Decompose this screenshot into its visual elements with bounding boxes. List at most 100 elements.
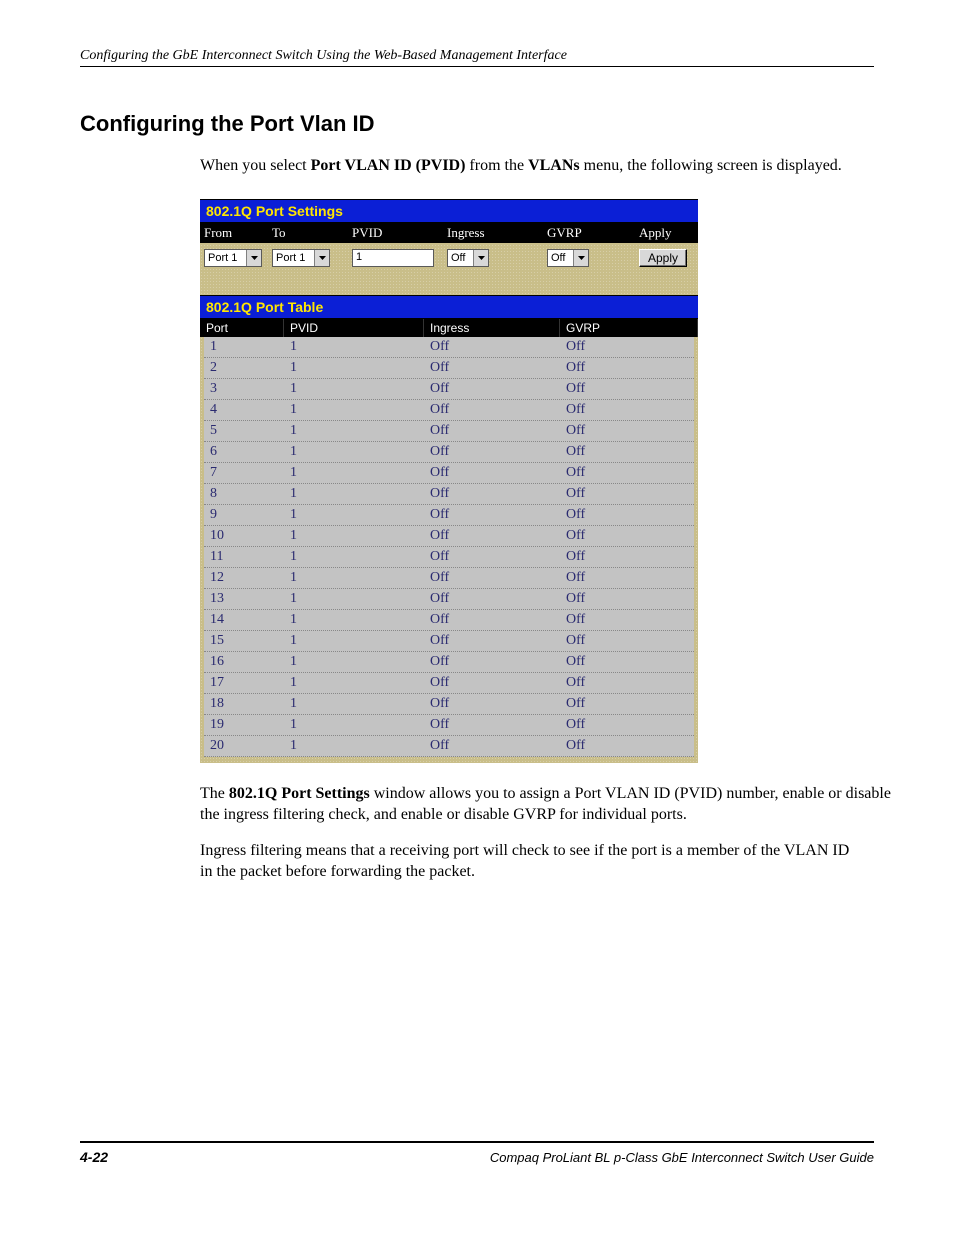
- table-row: 141OffOff: [204, 610, 694, 631]
- para2-pre: The: [200, 785, 229, 802]
- ingress-select[interactable]: Off: [447, 249, 489, 267]
- table-title: 802.1Q Port Table: [200, 295, 698, 319]
- cell-ingress: Off: [424, 631, 560, 651]
- cell-ingress: Off: [424, 421, 560, 441]
- cell-port: 9: [204, 505, 284, 525]
- cell-port: 5: [204, 421, 284, 441]
- cell-pvid: 1: [284, 568, 424, 588]
- chevron-down-icon: [473, 250, 488, 266]
- hdr-gvrp: GVRP: [543, 223, 635, 243]
- cell-ingress: Off: [424, 526, 560, 546]
- cell-port: 16: [204, 652, 284, 672]
- cell-port: 2: [204, 358, 284, 378]
- settings-header-row: From To PVID Ingress GVRP Apply: [200, 223, 698, 243]
- cell-pvid: 1: [284, 526, 424, 546]
- cell-port: 15: [204, 631, 284, 651]
- cell-gvrp: Off: [560, 442, 694, 462]
- hdr-from: From: [200, 223, 268, 243]
- cell-pvid: 1: [284, 505, 424, 525]
- cell-port: 4: [204, 400, 284, 420]
- cell-gvrp: Off: [560, 694, 694, 714]
- table-row: 161OffOff: [204, 652, 694, 673]
- cell-pvid: 1: [284, 379, 424, 399]
- page-footer: 4-22 Compaq ProLiant BL p-Class GbE Inte…: [80, 1141, 874, 1165]
- cell-ingress: Off: [424, 610, 560, 630]
- table-row: 81OffOff: [204, 484, 694, 505]
- gvrp-select[interactable]: Off: [547, 249, 589, 267]
- intro-bold-pvid: Port VLAN ID (PVID): [311, 157, 466, 174]
- pvid-input[interactable]: 1: [352, 249, 434, 267]
- cell-pvid: 1: [284, 463, 424, 483]
- hdr-ingress: Ingress: [443, 223, 543, 243]
- cell-port: 17: [204, 673, 284, 693]
- cell-pvid: 1: [284, 715, 424, 735]
- cell-port: 3: [204, 379, 284, 399]
- gvrp-select-value: Off: [551, 252, 565, 264]
- cell-gvrp: Off: [560, 568, 694, 588]
- cell-port: 11: [204, 547, 284, 567]
- cell-gvrp: Off: [560, 484, 694, 504]
- cell-pvid: 1: [284, 694, 424, 714]
- cell-pvid: 1: [284, 652, 424, 672]
- cell-ingress: Off: [424, 484, 560, 504]
- cell-gvrp: Off: [560, 463, 694, 483]
- cell-port: 10: [204, 526, 284, 546]
- cell-gvrp: Off: [560, 421, 694, 441]
- th-ingress: Ingress: [424, 319, 560, 337]
- cell-ingress: Off: [424, 547, 560, 567]
- table-row: 51OffOff: [204, 421, 694, 442]
- apply-button[interactable]: Apply: [639, 249, 687, 267]
- cell-gvrp: Off: [560, 610, 694, 630]
- cell-gvrp: Off: [560, 526, 694, 546]
- cell-gvrp: Off: [560, 547, 694, 567]
- cell-port: 13: [204, 589, 284, 609]
- cell-port: 12: [204, 568, 284, 588]
- to-select[interactable]: Port 1: [272, 249, 330, 267]
- table-row: 151OffOff: [204, 631, 694, 652]
- cell-gvrp: Off: [560, 673, 694, 693]
- cell-gvrp: Off: [560, 736, 694, 756]
- cell-pvid: 1: [284, 337, 424, 357]
- cell-pvid: 1: [284, 421, 424, 441]
- cell-ingress: Off: [424, 379, 560, 399]
- paragraph-ingress-desc: Ingress filtering means that a receiving…: [200, 840, 864, 883]
- table-row: 11OffOff: [204, 337, 694, 358]
- chevron-down-icon: [246, 250, 261, 266]
- cell-port: 20: [204, 736, 284, 756]
- cell-pvid: 1: [284, 400, 424, 420]
- section-title: Configuring the Port Vlan ID: [80, 111, 874, 137]
- from-select-value: Port 1: [208, 252, 237, 264]
- cell-pvid: 1: [284, 358, 424, 378]
- cell-ingress: Off: [424, 736, 560, 756]
- cell-pvid: 1: [284, 442, 424, 462]
- cell-ingress: Off: [424, 673, 560, 693]
- cell-pvid: 1: [284, 547, 424, 567]
- table-row: 121OffOff: [204, 568, 694, 589]
- table-header-row: Port PVID Ingress GVRP: [200, 319, 698, 337]
- cell-pvid: 1: [284, 673, 424, 693]
- cell-port: 18: [204, 694, 284, 714]
- hdr-to: To: [268, 223, 348, 243]
- intro-mid: from the: [465, 157, 528, 174]
- cell-port: 19: [204, 715, 284, 735]
- cell-gvrp: Off: [560, 631, 694, 651]
- intro-post: menu, the following screen is displayed.: [580, 157, 842, 174]
- hdr-pvid: PVID: [348, 223, 443, 243]
- cell-pvid: 1: [284, 610, 424, 630]
- cell-gvrp: Off: [560, 358, 694, 378]
- cell-pvid: 1: [284, 484, 424, 504]
- cell-pvid: 1: [284, 631, 424, 651]
- cell-gvrp: Off: [560, 337, 694, 357]
- table-row: 171OffOff: [204, 673, 694, 694]
- hdr-apply: Apply: [635, 223, 698, 243]
- cell-gvrp: Off: [560, 505, 694, 525]
- table-row: 41OffOff: [204, 400, 694, 421]
- chevron-down-icon: [573, 250, 588, 266]
- cell-ingress: Off: [424, 442, 560, 462]
- doc-title: Compaq ProLiant BL p-Class GbE Interconn…: [490, 1150, 874, 1165]
- cell-ingress: Off: [424, 652, 560, 672]
- cell-port: 14: [204, 610, 284, 630]
- from-select[interactable]: Port 1: [204, 249, 262, 267]
- cell-ingress: Off: [424, 715, 560, 735]
- cell-gvrp: Off: [560, 652, 694, 672]
